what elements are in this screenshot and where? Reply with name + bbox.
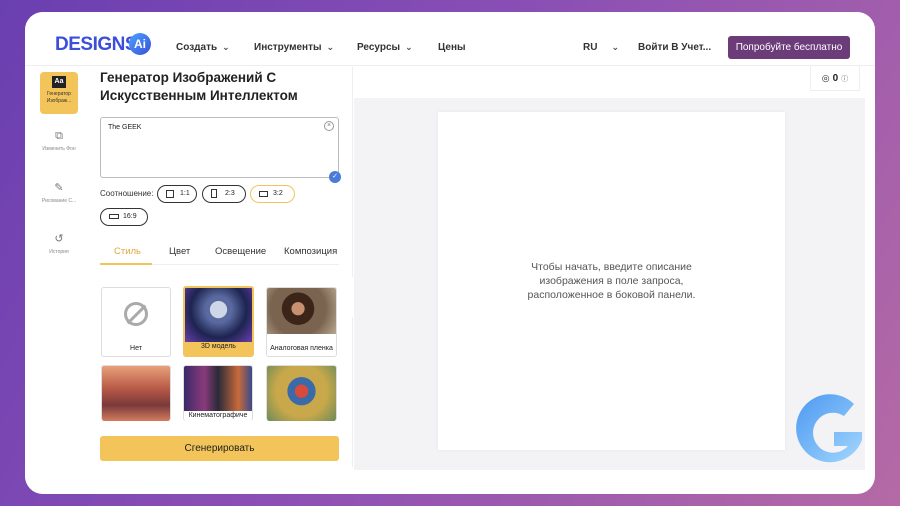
rail-item-label: Изменить Фон bbox=[42, 146, 76, 152]
nav-create[interactable]: Создать ⌄ bbox=[176, 42, 230, 53]
prohibited-icon bbox=[124, 302, 148, 326]
rail-item-history[interactable]: ↺ История bbox=[40, 232, 78, 256]
ratio-2-3[interactable]: 2:3 bbox=[202, 185, 246, 203]
rail-item-image-generator[interactable]: Aa Генератор Изображ... bbox=[40, 72, 78, 114]
language-select[interactable]: RU ⌄ bbox=[583, 42, 619, 53]
ratio-label-text: 1:1 bbox=[180, 190, 190, 197]
style-card-none[interactable]: Нет bbox=[101, 287, 171, 357]
nav-resources[interactable]: Ресурсы ⌄ bbox=[357, 42, 413, 53]
style-card-anime[interactable] bbox=[101, 365, 171, 421]
rail-item-change-background[interactable]: ⧉ Изменить Фон bbox=[40, 129, 78, 153]
chevron-down-icon: ⌄ bbox=[611, 42, 619, 52]
style-card-label: Кинематографиче bbox=[188, 412, 248, 419]
pen-icon: ✎ bbox=[54, 182, 64, 194]
credits-value: 0 bbox=[832, 73, 839, 84]
comic-thumbnail bbox=[267, 366, 336, 421]
image-canvas: Чтобы начать, введите описание изображен… bbox=[438, 112, 785, 450]
style-card-analog-film[interactable]: Аналоговая пленка bbox=[266, 287, 337, 357]
ratio-1-1[interactable]: 1:1 bbox=[157, 185, 197, 203]
3d-model-thumbnail bbox=[185, 288, 252, 342]
panel-title: Генератор Изображений С Искусственным Ин… bbox=[100, 70, 298, 103]
ratio-16-9[interactable]: 16:9 bbox=[100, 208, 148, 226]
cinematic-thumbnail bbox=[184, 366, 252, 411]
nav-tools-label: Инструменты bbox=[254, 42, 322, 53]
top-header: DESIGNS. Ai Создать ⌄ Инструменты ⌄ Ресурс… bbox=[25, 12, 875, 66]
nav-tools[interactable]: Инструменты ⌄ bbox=[254, 42, 334, 53]
chevron-down-icon: ⌄ bbox=[405, 42, 413, 52]
nav-pricing[interactable]: Цены bbox=[438, 42, 466, 53]
layers-icon: ⧉ bbox=[55, 130, 63, 142]
style-card-3d-model[interactable]: 3D модель bbox=[183, 286, 254, 357]
tab-color[interactable]: Цвет bbox=[169, 246, 190, 257]
try-free-button[interactable]: Попробуйте бесплатно bbox=[728, 36, 850, 59]
style-card-label: 3D модель bbox=[201, 343, 236, 350]
analog-film-thumbnail bbox=[267, 288, 336, 334]
credits-counter[interactable]: ◎ 0 ⓘ bbox=[810, 65, 860, 91]
style-card-comic[interactable] bbox=[266, 365, 337, 421]
prompt-input[interactable]: The GEEK × ✓ bbox=[100, 117, 341, 183]
check-icon: ✓ bbox=[329, 171, 341, 183]
style-card-cinematic[interactable]: Кинематографиче bbox=[183, 365, 253, 421]
history-icon: ↺ bbox=[54, 233, 64, 245]
rail-item-label: Рисование С... bbox=[41, 198, 77, 204]
landscape-icon bbox=[259, 191, 268, 197]
nav-pricing-label: Цены bbox=[438, 42, 466, 53]
active-tab-indicator bbox=[100, 263, 152, 265]
info-icon[interactable]: ⓘ bbox=[841, 76, 848, 83]
left-rail: Aa Генератор Изображ... ⧉ Изменить Фон ✎… bbox=[25, 67, 87, 494]
login-link[interactable]: Войти В Учет... bbox=[638, 42, 711, 53]
nav-create-label: Создать bbox=[176, 42, 218, 53]
canvas-hint: Чтобы начать, введите описание изображен… bbox=[527, 261, 696, 301]
tab-composition[interactable]: Композиция bbox=[284, 246, 337, 257]
style-card-label: Аналоговая пленка bbox=[270, 345, 333, 352]
coins-icon: ◎ bbox=[821, 73, 830, 83]
ratio-label: Соотношение: bbox=[100, 189, 154, 198]
widescreen-icon bbox=[109, 214, 119, 219]
generate-button[interactable]: Сгенерировать bbox=[100, 436, 339, 461]
style-card-label: Нет bbox=[130, 345, 142, 352]
app-window: DESIGNS. Ai Создать ⌄ Инструменты ⌄ Ресурс… bbox=[25, 12, 875, 494]
prompt-value: The GEEK bbox=[108, 124, 142, 131]
tab-style[interactable]: Стиль bbox=[114, 246, 141, 257]
ratio-label-text: 16:9 bbox=[123, 213, 137, 220]
g-watermark-icon bbox=[796, 394, 862, 463]
nav-resources-label: Ресурсы bbox=[357, 42, 401, 53]
anime-thumbnail bbox=[102, 366, 170, 421]
chevron-down-icon: ⌄ bbox=[222, 42, 230, 52]
rail-item-label: История bbox=[49, 249, 69, 255]
ratio-3-2[interactable]: 3:2 bbox=[250, 185, 295, 203]
ratio-label-text: 3:2 bbox=[273, 190, 283, 197]
rail-item-drawing[interactable]: ✎ Рисование С... bbox=[40, 181, 78, 205]
ratio-label-text: 2:3 bbox=[225, 190, 235, 197]
portrait-icon bbox=[211, 189, 217, 198]
text-box-icon: Aa bbox=[52, 76, 66, 88]
brand-logo-badge: Ai bbox=[129, 33, 151, 55]
rail-item-label: Генератор Изображ... bbox=[46, 91, 72, 104]
chevron-down-icon: ⌄ bbox=[326, 42, 335, 52]
generator-panel: Генератор Изображений С Искусственным Ин… bbox=[87, 67, 353, 467]
tab-lighting[interactable]: Освещение bbox=[215, 246, 266, 257]
language-label: RU bbox=[583, 42, 598, 53]
close-icon[interactable]: × bbox=[324, 121, 334, 131]
square-icon bbox=[166, 190, 174, 198]
